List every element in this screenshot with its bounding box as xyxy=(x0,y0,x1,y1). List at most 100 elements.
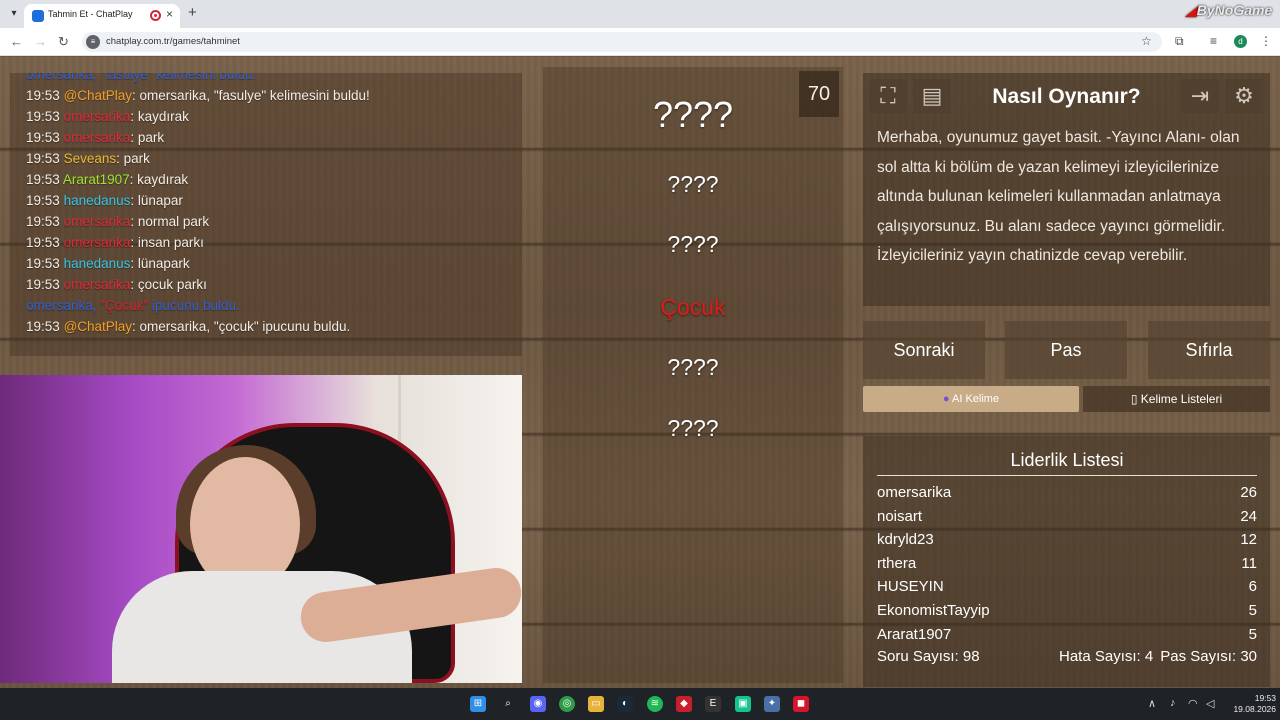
chat-username[interactable]: omersarika xyxy=(64,109,131,124)
app-red-icon[interactable]: ◆ xyxy=(676,696,692,712)
word-board: 70 ???? ???? ???? Çocuk ???? ???? xyxy=(543,67,843,683)
chat-text: : kaydırak xyxy=(130,109,189,124)
leaderboard-row: Ararat1907 5 xyxy=(877,626,1257,643)
chat-username[interactable]: omersarika xyxy=(64,235,131,250)
chat-text: : lünapark xyxy=(130,256,190,271)
tab-search-icon[interactable]: ▾ xyxy=(6,6,22,22)
leader-name: rthera xyxy=(877,554,917,572)
new-tab-icon[interactable]: + xyxy=(188,4,197,21)
chat-message: 19:53 omersarika: çocuk parkı xyxy=(26,277,207,292)
app-recorder-icon[interactable]: ◼ xyxy=(793,696,809,712)
chat-panel: omersarika, "fasulye" kelimesini buldu. 1… xyxy=(10,73,522,356)
app-settings-icon[interactable]: ✦ xyxy=(764,696,780,712)
steam-icon[interactable]: ◐ xyxy=(617,696,633,712)
microphone-icon[interactable]: ♪ xyxy=(1170,697,1176,709)
browser-toolbar: ← → ↻ ≡ chatplay.com.tr/games/tahminet ☆… xyxy=(0,28,1280,56)
questions-count: Soru Sayısı: 98 xyxy=(877,648,980,665)
browser-tab[interactable]: Tahmin Et - ChatPlay × xyxy=(24,4,180,28)
word-lists-button[interactable]: ▯ Kelime Listeleri xyxy=(1083,386,1270,412)
epic-games-icon[interactable]: E xyxy=(705,696,721,712)
chat-username[interactable]: omersarika xyxy=(64,277,131,292)
spotify-icon[interactable]: ≋ xyxy=(647,696,663,712)
leader-score: 26 xyxy=(1240,484,1257,501)
leaderboard-row: HUSEYIN 6 xyxy=(877,578,1257,595)
chrome-icon[interactable]: ◎ xyxy=(559,696,575,712)
search-icon[interactable]: ⌕ xyxy=(500,696,516,712)
pass-button[interactable]: Pas xyxy=(1005,321,1127,379)
file-explorer-icon[interactable]: ▭ xyxy=(588,696,604,712)
chat-message: 19:53 Ararat1907: kaydırak xyxy=(26,172,188,187)
app-green-icon[interactable]: ▣ xyxy=(735,696,751,712)
chat-found-word: "Çocuk" xyxy=(100,298,149,313)
media-control-icon[interactable]: ≡ xyxy=(1210,34,1217,48)
forward-icon[interactable]: → xyxy=(34,34,47,49)
windows-start-icon[interactable]: ⊞ xyxy=(470,696,486,712)
chat-username[interactable]: omersarika, xyxy=(26,298,97,313)
chat-notice-line: omersarika, "Çocuk" ipucunu buldu. xyxy=(26,298,240,313)
chat-username[interactable]: hanedanus xyxy=(64,193,131,208)
site-info-icon[interactable]: ≡ xyxy=(86,35,100,49)
close-tab-icon[interactable]: × xyxy=(166,7,173,21)
clock-time: 19:53 xyxy=(1254,693,1276,703)
chat-username[interactable]: omersarika, xyxy=(26,73,97,82)
leader-score: 24 xyxy=(1240,507,1257,525)
chat-text: ipucunu buldu. xyxy=(148,298,240,313)
stats-bar: Soru Sayısı: 98 Hata Sayısı: 4 Pas Sayıs… xyxy=(877,648,1257,672)
hint-word-1: ???? xyxy=(667,171,719,197)
extensions-icon[interactable]: ⧉ xyxy=(1175,34,1184,49)
next-button[interactable]: Sonraki xyxy=(863,321,985,379)
chat-username[interactable]: omersarika xyxy=(64,214,131,229)
chat-timestamp: 19:53 xyxy=(26,130,60,145)
reload-icon[interactable]: ↻ xyxy=(58,34,69,50)
chat-message: 19:53 @ChatPlay: omersarika, "çocuk" ipu… xyxy=(26,319,350,334)
wifi-icon[interactable]: ◠ xyxy=(1188,697,1198,710)
reset-button[interactable]: Sıfırla xyxy=(1148,321,1270,379)
volume-icon[interactable]: ◁ xyxy=(1206,697,1214,710)
chat-message: 19:53 Seveans: park xyxy=(26,151,150,166)
chat-timestamp: 19:53 xyxy=(26,109,60,124)
chat-text: : insan parkı xyxy=(130,235,204,250)
ai-word-button[interactable]: ● AI Kelime xyxy=(863,386,1079,412)
chat-username[interactable]: hanedanus xyxy=(64,256,131,271)
leader-score: 6 xyxy=(1248,578,1257,596)
chat-username[interactable]: omersarika xyxy=(64,130,131,145)
chat-message: 19:53 omersarika: normal park xyxy=(26,214,209,229)
chat-timestamp: 19:53 xyxy=(26,256,60,271)
errors-count: Hata Sayısı: 4 xyxy=(1059,648,1154,665)
hint-word-2: ???? xyxy=(667,231,719,257)
word-lists-icon: ▯ xyxy=(1130,392,1138,406)
menu-kebab-icon[interactable]: ⋮ xyxy=(1260,34,1272,48)
settings-gear-icon[interactable]: ⚙ xyxy=(1225,79,1263,113)
leader-name: EkonomistTayyip xyxy=(877,602,990,619)
chat-message: 19:53 hanedanus: lünapark xyxy=(26,256,190,271)
profile-avatar[interactable]: d xyxy=(1234,35,1247,48)
leader-score: 5 xyxy=(1248,602,1257,619)
how-to-play-panel: ⛶ ▤ Nasıl Oynanır? ⇥ ⚙ Merhaba, oyunumuz… xyxy=(863,73,1270,306)
system-clock[interactable]: 19:53 19.08.2026 xyxy=(1222,693,1276,715)
chat-message: 19:53 omersarika: insan parkı xyxy=(26,235,204,250)
game-page: omersarika, "fasulye" kelimesini buldu. 1… xyxy=(0,57,1280,688)
brand-text: ByNoGame xyxy=(1196,2,1273,18)
leader-name: kdryld23 xyxy=(877,531,934,549)
chat-username[interactable]: Ararat1907 xyxy=(63,172,130,187)
back-icon[interactable]: ← xyxy=(10,34,23,49)
os-taskbar: ⊞ ⌕ ◉ ◎ ▭ ◐ ≋ ◆ E ▣ ✦ ◼ ∧ ♪ ◠ ◁ 19:53 19… xyxy=(0,688,1280,720)
chat-text: : lünapar xyxy=(130,193,183,208)
chatplay-favicon-icon xyxy=(32,10,44,22)
chat-timestamp: 19:53 xyxy=(26,235,60,250)
url-text: chatplay.com.tr/games/tahminet xyxy=(106,36,240,47)
chat-username[interactable]: Seveans xyxy=(64,151,117,166)
hint-word-4: ???? xyxy=(667,354,719,380)
chat-username[interactable]: @ChatPlay xyxy=(64,319,132,334)
address-bar[interactable]: ≡ chatplay.com.tr/games/tahminet xyxy=(82,32,1162,52)
chat-timestamp: 19:53 xyxy=(26,319,60,334)
bookmark-star-icon[interactable]: ☆ xyxy=(1141,34,1152,48)
tray-chevron-icon[interactable]: ∧ xyxy=(1148,697,1156,710)
chat-notice-line: omersarika, "fasulye" kelimesini buldu. xyxy=(26,73,256,82)
discord-icon[interactable]: ◉ xyxy=(530,696,546,712)
chat-text: : park xyxy=(116,151,150,166)
exit-icon[interactable]: ⇥ xyxy=(1181,79,1219,113)
leader-name: HUSEYIN xyxy=(877,578,944,596)
chat-message: 19:53 hanedanus: lünapar xyxy=(26,193,183,208)
chat-username[interactable]: @ChatPlay xyxy=(64,88,132,103)
